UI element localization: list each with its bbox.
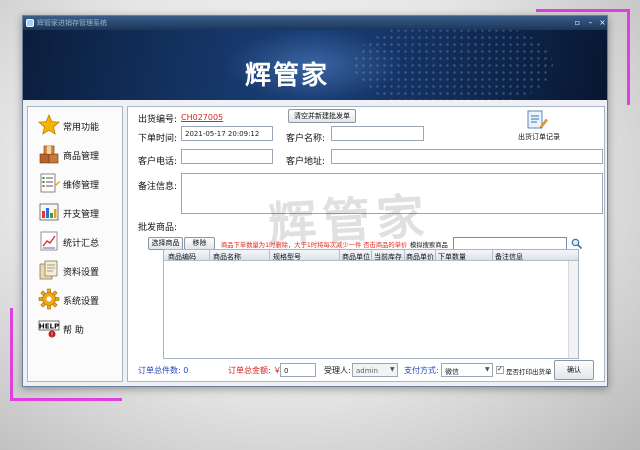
order-count-label: 订单总件数: 0 [138, 366, 189, 375]
order-no-link[interactable]: CH027005 [181, 113, 223, 122]
watermark: 辉管家 [266, 188, 432, 254]
window-title: 辉管家进销存管理系统 [37, 19, 107, 27]
column-header[interactable]: 下单数量 [438, 252, 466, 262]
sidebar-item-statistics[interactable]: 统计汇总 [28, 227, 122, 255]
corner-marker [10, 308, 13, 401]
ledger-icon [39, 203, 59, 221]
goods-table[interactable]: 商品编码 商品名称 规格型号 商品单位 当前库存 商品单价 下单数量 备注信息 [163, 249, 579, 359]
title-bar[interactable]: 辉管家进销存管理系统 ▫ – × [23, 16, 607, 30]
clear-new-order-button[interactable]: 清空并新建批发单 [288, 109, 356, 123]
payment-select[interactable]: 微信 ▼ [441, 363, 493, 377]
print-checkbox[interactable]: ✓ [496, 365, 504, 374]
order-amount-input[interactable]: 0 [280, 363, 316, 377]
documents-icon [39, 260, 58, 280]
goods-label: 批发商品: [138, 223, 178, 233]
customer-name-label: 客户名称: [286, 134, 326, 144]
handler-value: admin [356, 367, 378, 375]
order-time-label: 下单时间: [138, 134, 178, 144]
column-header[interactable]: 备注信息 [495, 252, 523, 262]
chart-icon [40, 231, 58, 251]
star-icon [38, 114, 60, 135]
order-time-field[interactable]: 2021-05-17 20:09:12 [181, 126, 273, 141]
order-amount-label: 订单总金额: ￥ [228, 366, 282, 375]
column-separator [209, 250, 210, 261]
column-header[interactable]: 商品单价 [406, 252, 434, 262]
checkmark-icon: ✓ [497, 365, 503, 373]
order-amount-value: 0 [284, 367, 289, 375]
boxes-icon [39, 145, 59, 164]
customer-phone-input[interactable] [181, 149, 273, 164]
customer-name-input[interactable] [331, 126, 424, 141]
app-window: 辉管家进销存管理系统 ▫ – × 辉管家 常用功能 商品管理 维修管理 开支管理… [22, 15, 608, 387]
column-header[interactable]: 当前库存 [374, 252, 402, 262]
sidebar-item-label: 统计汇总 [63, 239, 100, 249]
column-header[interactable]: 商品编码 [168, 252, 196, 262]
column-separator [371, 250, 372, 261]
corner-marker [536, 9, 630, 12]
app-icon [26, 19, 34, 27]
sidebar-item-system-settings[interactable]: 系统设置 [28, 285, 122, 313]
order-no-label: 出货编号: [138, 115, 178, 125]
sidebar-item-label: 商品管理 [63, 152, 100, 162]
payment-label: 支付方式: [404, 366, 439, 375]
sidebar-item-repair[interactable]: 维修管理 [28, 169, 122, 197]
sidebar-item-data-settings[interactable]: 资料设置 [28, 256, 122, 284]
chevron-down-icon: ▼ [390, 366, 395, 373]
banner-title: 辉管家 [245, 61, 330, 91]
svg-text:!: ! [51, 332, 53, 339]
sidebar-item-help[interactable]: HELP ! 帮 助 [28, 314, 122, 342]
column-separator [404, 250, 405, 261]
sidebar-item-label: 维修管理 [63, 181, 100, 191]
document-edit-icon [527, 110, 548, 129]
sidebar-item-label: 常用功能 [63, 123, 100, 133]
help-icon: HELP ! [38, 320, 60, 339]
order-records-label: 出货订单记录 [518, 133, 560, 141]
svg-text:HELP: HELP [39, 323, 59, 331]
sidebar-item-label: 系统设置 [63, 297, 100, 307]
handler-label: 受理人: [324, 366, 351, 375]
order-time-value: 2021-05-17 20:09:12 [185, 130, 260, 138]
handler-select[interactable]: admin ▼ [352, 363, 398, 377]
column-separator [492, 250, 493, 261]
chevron-down-icon: ▼ [485, 366, 490, 373]
sidebar-item-expense[interactable]: 开支管理 [28, 198, 122, 226]
column-header[interactable]: 商品名称 [213, 252, 241, 262]
column-header[interactable]: 商品单位 [342, 252, 370, 262]
print-checkbox-label: 是否打印出货单 [506, 368, 552, 376]
sidebar-item-label: 帮 助 [63, 326, 84, 336]
customer-address-input[interactable] [331, 149, 603, 164]
notes-label: 备注信息: [138, 182, 178, 192]
corner-marker [627, 9, 630, 105]
customer-phone-label: 客户电话: [138, 157, 178, 167]
sidebar: 常用功能 商品管理 维修管理 开支管理 统计汇总 资料设置 系统设置 HELP … [27, 106, 123, 382]
order-records-button[interactable]: 出货订单记录 [518, 109, 560, 141]
column-separator [435, 250, 436, 261]
customer-address-label: 客户地址: [286, 157, 326, 167]
close-icon[interactable]: × [596, 18, 609, 28]
checklist-icon [40, 173, 60, 193]
gear-icon [38, 288, 60, 310]
restore-icon[interactable]: ▫ [571, 18, 584, 28]
table-header: 商品编码 商品名称 规格型号 商品单位 当前库存 商品单价 下单数量 备注信息 [164, 250, 578, 261]
payment-value: 微信 [445, 368, 459, 376]
column-separator [339, 250, 340, 261]
corner-marker [10, 398, 122, 401]
sidebar-item-goods[interactable]: 商品管理 [28, 140, 122, 168]
confirm-button[interactable]: 确认 [554, 360, 594, 380]
sidebar-item-common[interactable]: 常用功能 [28, 111, 122, 139]
magnifier-icon[interactable] [571, 238, 582, 249]
globe-graphic [353, 30, 553, 100]
sidebar-item-label: 开支管理 [63, 210, 100, 220]
sidebar-item-label: 资料设置 [63, 268, 100, 278]
table-scrollbar[interactable] [568, 261, 578, 358]
banner: 辉管家 [23, 30, 607, 100]
